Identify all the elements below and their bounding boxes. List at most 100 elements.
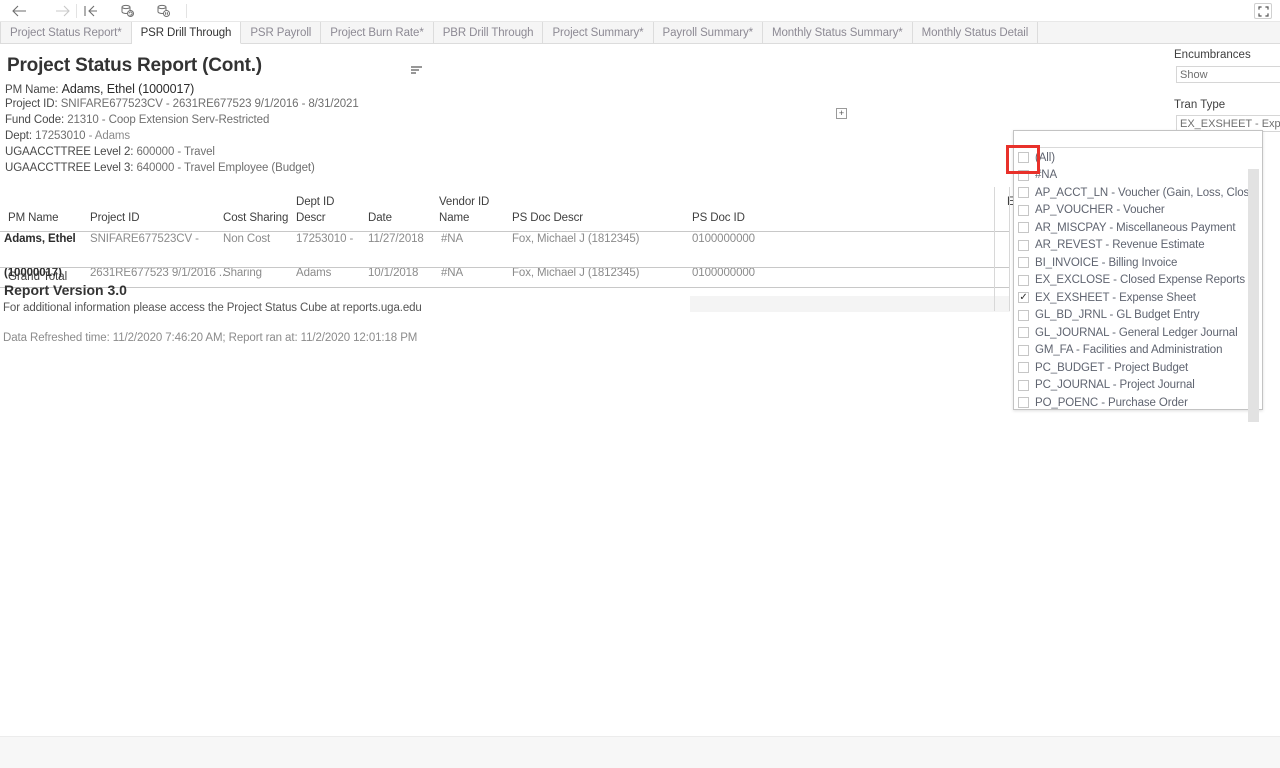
col-header-vendor-name[interactable]: Name <box>439 212 469 224</box>
tab-project-status-report[interactable]: Project Status Report* <box>0 22 132 43</box>
dropdown-item-pc-journal[interactable]: PC_JOURNAL - Project Journal <box>1014 377 1248 395</box>
dropdown-item-pc-budget[interactable]: PC_BUDGET - Project Budget <box>1014 359 1248 377</box>
dropdown-scrollbar-track[interactable] <box>1248 149 1261 422</box>
toolbar-divider-1 <box>76 4 77 18</box>
meta-pm-name-value: Adams, Ethel (1000017) <box>61 82 195 96</box>
meta-level2-value: 600000 - Travel <box>133 146 215 158</box>
bottom-status-strip <box>0 736 1280 768</box>
checkbox-icon[interactable] <box>1018 169 1029 181</box>
tab-payroll-summary[interactable]: Payroll Summary* <box>653 22 763 43</box>
col-header-ps-doc-descr[interactable]: PS Doc Descr <box>512 212 583 224</box>
revert-all-icon[interactable] <box>80 2 102 20</box>
checkbox-icon[interactable] <box>1018 152 1029 164</box>
meta-project-id-label: Project ID: <box>5 98 58 110</box>
grand-total-divider <box>0 287 1010 288</box>
page-title: Project Status Report (Cont.) <box>7 55 262 76</box>
checkbox-icon[interactable] <box>1018 327 1029 339</box>
expand-column-button[interactable]: + <box>836 108 847 119</box>
col-header-ps-doc-id[interactable]: PS Doc ID <box>692 212 745 224</box>
col-header-pm-name[interactable]: PM Name <box>8 212 59 224</box>
dropdown-item-label: (All) <box>1035 151 1055 164</box>
checkbox-icon[interactable] <box>1018 362 1029 374</box>
checkbox-icon[interactable] <box>1018 187 1029 199</box>
tab-monthly-status-detail[interactable]: Monthly Status Detail <box>912 22 1039 43</box>
dropdown-item-label: EX_EXCLOSE - Closed Expense Reports <box>1035 274 1245 287</box>
checkbox-icon[interactable] <box>1018 397 1029 409</box>
dropdown-option-list: (All) #NA AP_ACCT_LN - Voucher (Gain, Lo… <box>1014 149 1248 409</box>
dropdown-item-label: PC_JOURNAL - Project Journal <box>1035 379 1195 392</box>
table-body: Adams, Ethel SNIFARE677523CV - Non Cost … <box>0 233 1010 312</box>
drill-through-table: PM Name Project ID Cost Sharing Dept ID … <box>0 187 1015 312</box>
back-arrow-icon[interactable] <box>8 2 30 20</box>
dropdown-item-label: EX_EXSHEET - Expense Sheet <box>1035 291 1196 304</box>
dropdown-item-all[interactable]: (All) <box>1014 149 1248 167</box>
dropdown-item-gl-journal[interactable]: GL_JOURNAL - General Ledger Journal <box>1014 324 1248 342</box>
tran-type-filter-label: Tran Type <box>1174 99 1226 111</box>
cell-vendor-1: #NA <box>441 267 464 279</box>
tab-project-burn-rate[interactable]: Project Burn Rate* <box>321 22 434 43</box>
dropdown-item-label: AR_MISCPAY - Miscellaneous Payment <box>1035 221 1236 234</box>
col-header-date[interactable]: Date <box>368 212 392 224</box>
dropdown-item-label: GL_JOURNAL - General Ledger Journal <box>1035 326 1238 339</box>
meta-fund-code-value: 21310 - Coop Extension Serv-Restricted <box>67 114 270 126</box>
cell-ps-doc-descr-1: Fox, Michael J (1812345) <box>512 267 640 279</box>
dropdown-item-ap-voucher[interactable]: AP_VOUCHER - Voucher <box>1014 202 1248 220</box>
dropdown-item-gl-bd-jrnl[interactable]: GL_BD_JRNL - GL Budget Entry <box>1014 307 1248 325</box>
pause-auto-updates-icon[interactable] <box>152 2 174 20</box>
dropdown-item-gm-fa[interactable]: GM_FA - Facilities and Administration <box>1014 342 1248 360</box>
checkbox-icon[interactable] <box>1018 257 1029 269</box>
meta-pm-name-label: PM Name: <box>5 84 59 96</box>
tab-psr-payroll[interactable]: PSR Payroll <box>241 22 322 43</box>
dropdown-item-po-poenc[interactable]: PO_POENC - Purchase Order <box>1014 394 1248 409</box>
fullscreen-icon[interactable] <box>1254 3 1272 19</box>
sort-descending-icon[interactable] <box>411 63 423 74</box>
meta-project-id: Project ID: SNIFARE677523CV - 2631RE6775… <box>5 98 359 110</box>
checkbox-icon[interactable] <box>1018 222 1029 234</box>
toolbar-divider-2 <box>186 4 187 18</box>
checkbox-icon[interactable] <box>1018 344 1029 356</box>
tab-psr-drill-through[interactable]: PSR Drill Through <box>131 22 242 44</box>
col-header-dept-id[interactable]: Dept ID <box>296 196 334 208</box>
table-far-right-border <box>1009 187 1010 311</box>
table-row[interactable]: Adams, Ethel SNIFARE677523CV - Non Cost … <box>0 233 1010 250</box>
forward-arrow-icon[interactable] <box>52 2 74 20</box>
dropdown-item-ar-revest[interactable]: AR_REVEST - Revenue Estimate <box>1014 237 1248 255</box>
meta-fund-code: Fund Code: 21310 - Coop Extension Serv-R… <box>5 114 269 126</box>
tab-project-summary[interactable]: Project Summary* <box>543 22 654 43</box>
dropdown-item-ar-miscpay[interactable]: AR_MISCPAY - Miscellaneous Payment <box>1014 219 1248 237</box>
top-toolbar <box>0 0 1280 22</box>
meta-fund-code-label: Fund Code: <box>5 114 65 126</box>
checkbox-icon[interactable] <box>1018 274 1029 286</box>
cell-date-0: 11/27/2018 <box>368 233 424 245</box>
table-header-row: PM Name Project ID Cost Sharing Dept ID … <box>0 187 1015 232</box>
tab-monthly-status-summary[interactable]: Monthly Status Summary* <box>762 22 913 43</box>
col-header-project-id[interactable]: Project ID <box>90 212 140 224</box>
checkbox-icon[interactable] <box>1018 239 1029 251</box>
cell-ps-doc-id-0: 0100000000 <box>692 233 755 245</box>
encumbrances-filter-input[interactable]: Show <box>1176 66 1280 83</box>
report-version-label: Report Version 3.0 <box>4 282 127 298</box>
meta-dept-value: 17253010 <box>35 130 86 142</box>
checkbox-icon[interactable] <box>1018 204 1029 216</box>
dropdown-item-label: PO_POENC - Purchase Order <box>1035 396 1188 409</box>
cell-vendor-0: #NA <box>441 233 464 245</box>
cell-dept-descr-line1: 17253010 - <box>296 233 354 245</box>
checkbox-checked-icon[interactable] <box>1018 292 1029 304</box>
dropdown-search-input[interactable] <box>1014 131 1262 148</box>
dropdown-item-bi-invoice[interactable]: BI_INVOICE - Billing Invoice <box>1014 254 1248 272</box>
tab-pbr-drill-through[interactable]: PBR Drill Through <box>433 22 544 43</box>
refresh-data-source-icon[interactable] <box>116 2 138 20</box>
col-header-cost-sharing[interactable]: Cost Sharing <box>223 212 288 224</box>
cell-project-id-line2: 2631RE677523 9/1/2016 .. <box>90 267 226 279</box>
table-row[interactable]: (10000017) 2631RE677523 9/1/2016 .. Shar… <box>0 267 1010 284</box>
dropdown-item-ex-exclose[interactable]: EX_EXCLOSE - Closed Expense Reports <box>1014 272 1248 290</box>
dropdown-scrollbar-thumb[interactable] <box>1248 169 1259 422</box>
dropdown-item-label: #NA <box>1035 169 1058 182</box>
col-header-dept-descr[interactable]: Descr <box>296 212 326 224</box>
col-header-vendor-id[interactable]: Vendor ID <box>439 196 489 208</box>
checkbox-icon[interactable] <box>1018 309 1029 321</box>
dropdown-item-ap-acct-ln[interactable]: AP_ACCT_LN - Voucher (Gain, Loss, Close) <box>1014 184 1248 202</box>
checkbox-icon[interactable] <box>1018 379 1029 391</box>
dropdown-item-na[interactable]: #NA <box>1014 167 1248 185</box>
dropdown-item-ex-exsheet[interactable]: EX_EXSHEET - Expense Sheet <box>1014 289 1248 307</box>
